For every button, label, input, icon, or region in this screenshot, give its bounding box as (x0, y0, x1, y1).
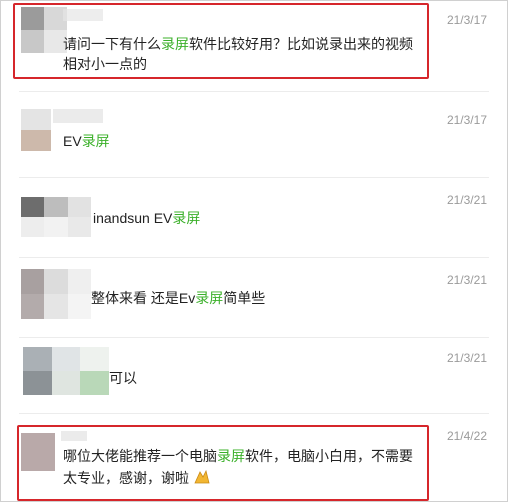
avatar[interactable] (23, 347, 109, 395)
keyword-highlight: 录屏 (217, 448, 245, 464)
divider (19, 91, 489, 92)
divider (19, 337, 489, 338)
keyword-highlight: 录屏 (195, 290, 224, 306)
comment-text: 可以 (109, 370, 137, 386)
username-blurred[interactable] (63, 9, 103, 21)
comment-timestamp: 21/3/17 (446, 13, 487, 27)
comment-timestamp: 21/3/21 (446, 193, 487, 207)
keyword-highlight: 录屏 (81, 133, 110, 149)
avatar[interactable] (21, 7, 67, 53)
comment-timestamp: 21/3/21 (446, 273, 487, 287)
avatar[interactable] (21, 197, 91, 237)
comment-timestamp: 21/3/21 (446, 351, 487, 365)
comment-text: EV录屏 (63, 133, 110, 149)
avatar[interactable] (21, 109, 51, 151)
comment-text: 哪位大佬能推荐一个电脑录屏软件，电脑小白用，不需要 (63, 448, 413, 464)
divider (19, 177, 489, 178)
divider (19, 413, 489, 414)
divider (19, 257, 489, 258)
thanks-emoji-icon (194, 469, 210, 484)
comment-timestamp: 21/4/22 (446, 429, 487, 443)
comment-text-line2: 相对小一点的 (63, 56, 147, 72)
comment-text-line2: 太专业，感谢，谢啦 (63, 467, 211, 489)
comment-list: 21/3/17 请问一下有什么录屏软件比较好用？比如说录出来的视频 相对小一点的… (0, 0, 508, 502)
comment-text: inandsun EV录屏 (93, 210, 201, 226)
comment-timestamp: 21/3/17 (446, 113, 487, 127)
keyword-highlight: 录屏 (172, 210, 201, 226)
avatar[interactable] (21, 433, 55, 471)
avatar[interactable] (21, 269, 91, 319)
keyword-highlight: 录屏 (161, 36, 189, 52)
comment-text: 整体来看 还是Ev录屏简单些 (91, 290, 266, 306)
comment-text: 请问一下有什么录屏软件比较好用？比如说录出来的视频 (63, 36, 413, 52)
